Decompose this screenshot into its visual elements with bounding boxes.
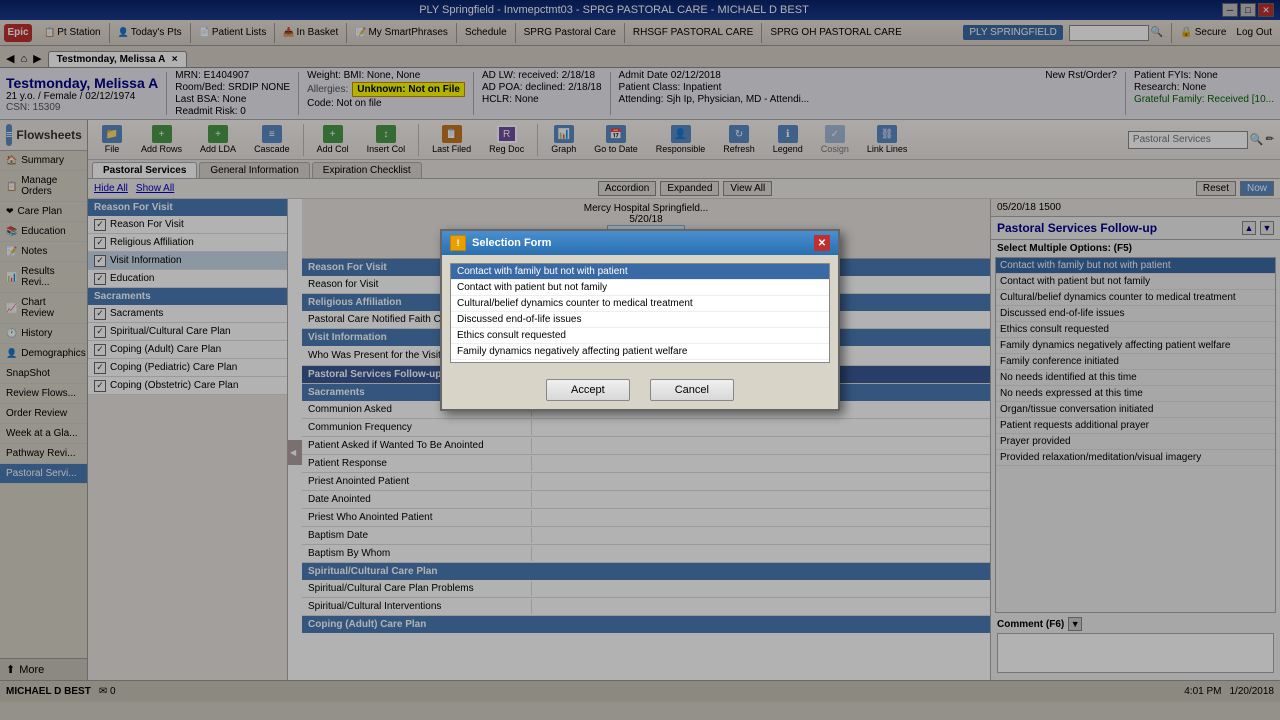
modal-title-bar: ! Selection Form ✕: [442, 231, 838, 255]
selection-form-modal: ! Selection Form ✕ Contact with family b…: [440, 229, 840, 411]
modal-item-4[interactable]: Ethics consult requested: [451, 328, 829, 344]
modal-list[interactable]: Contact with family but not with patient…: [450, 263, 830, 363]
modal-close-btn[interactable]: ✕: [814, 235, 830, 251]
modal-icon: !: [450, 235, 466, 251]
modal-content: Contact with family but not with patient…: [442, 255, 838, 371]
modal-item-5[interactable]: Family dynamics negatively affecting pat…: [451, 344, 829, 360]
modal-cancel-btn[interactable]: Cancel: [650, 379, 734, 401]
modal-overlay[interactable]: ! Selection Form ✕ Contact with family b…: [0, 0, 1280, 720]
modal-accept-btn[interactable]: Accept: [546, 379, 630, 401]
modal-item-6[interactable]: Family conference initiated: [451, 360, 829, 363]
modal-item-1[interactable]: Contact with patient but not family: [451, 280, 829, 296]
modal-item-2[interactable]: Cultural/belief dynamics counter to medi…: [451, 296, 829, 312]
modal-title: Selection Form: [472, 237, 551, 249]
modal-item-0[interactable]: Contact with family but not with patient: [451, 264, 829, 280]
modal-item-3[interactable]: Discussed end-of-life issues: [451, 312, 829, 328]
modal-buttons: Accept Cancel: [442, 371, 838, 409]
